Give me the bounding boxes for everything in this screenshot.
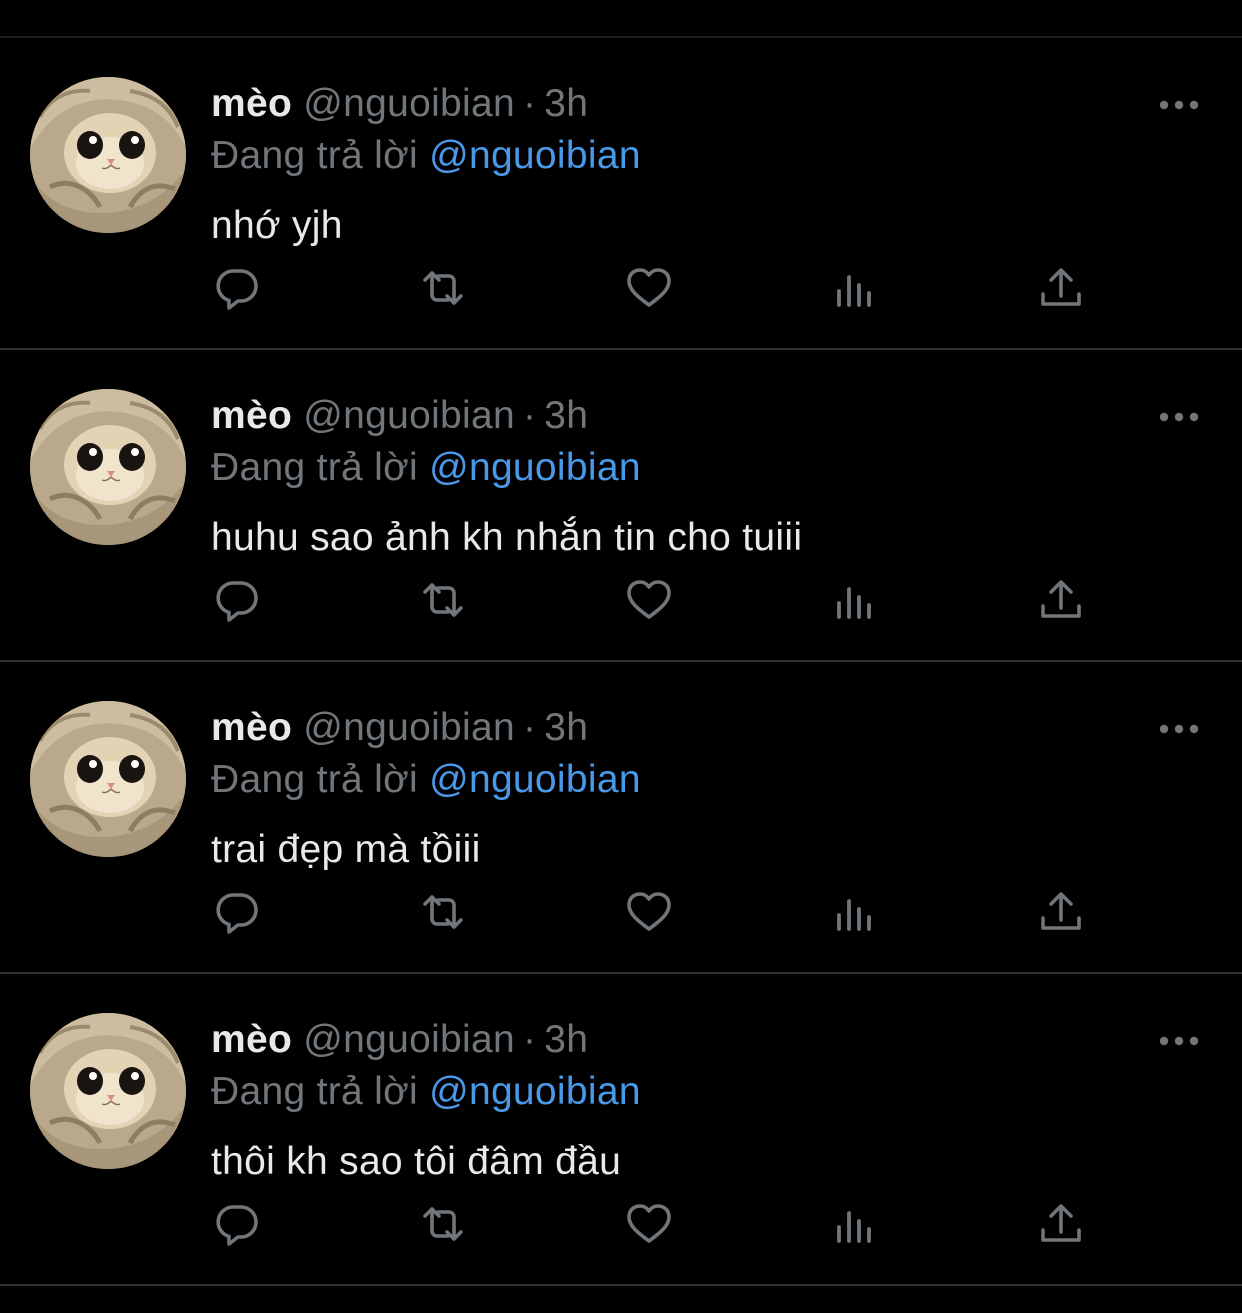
retweet-icon[interactable]	[415, 260, 471, 316]
reply-mention-link[interactable]: @nguoibian	[429, 758, 641, 801]
tweet-header: mèo @nguoibian · 3h	[211, 706, 588, 750]
timestamp[interactable]: 3h	[544, 706, 588, 749]
reply-icon[interactable]	[209, 572, 265, 628]
tweet-header: mèo @nguoibian · 3h	[211, 82, 588, 126]
heart-icon[interactable]	[621, 1196, 677, 1252]
cat-avatar-icon[interactable]	[30, 77, 186, 233]
tweet[interactable]: mèo @nguoibian · 3h Đang trả lời @nguoibia…	[0, 350, 1242, 662]
cat-avatar-icon[interactable]	[30, 389, 186, 545]
retweet-icon[interactable]	[415, 572, 471, 628]
separator-dot: ·	[522, 706, 537, 749]
user-handle[interactable]: @nguoibian	[303, 706, 515, 749]
reply-mention-link[interactable]: @nguoibian	[429, 1070, 641, 1113]
tweet-header: mèo @nguoibian · 3h	[211, 1018, 588, 1062]
tweet[interactable]: mèo @nguoibian · 3h Đang trả lời @nguoibia…	[0, 662, 1242, 974]
more-icon[interactable]	[1156, 714, 1202, 744]
reply-prefix: Đang trả lời	[211, 1070, 418, 1113]
reply-icon[interactable]	[209, 1196, 265, 1252]
reply-prefix: Đang trả lời	[211, 446, 418, 489]
tweet-text: trai đẹp mà tồiii	[211, 828, 481, 871]
views-icon[interactable]	[827, 260, 883, 316]
separator-dot: ·	[522, 394, 537, 437]
heart-icon[interactable]	[621, 884, 677, 940]
retweet-icon[interactable]	[415, 884, 471, 940]
tweet[interactable]: mèo @nguoibian · 3h Đang trả lời @nguoibia…	[0, 38, 1242, 350]
reply-context: Đang trả lời @nguoibian	[211, 1070, 641, 1114]
reply-mention-link[interactable]: @nguoibian	[429, 134, 641, 177]
cat-avatar-icon[interactable]	[30, 701, 186, 857]
share-icon[interactable]	[1033, 884, 1089, 940]
more-icon[interactable]	[1156, 90, 1202, 120]
tweet-text: thôi kh sao tôi đâm đầu	[211, 1140, 622, 1183]
reply-mention-link[interactable]: @nguoibian	[429, 446, 641, 489]
reply-context: Đang trả lời @nguoibian	[211, 446, 641, 490]
display-name[interactable]: mèo	[211, 706, 292, 749]
heart-icon[interactable]	[621, 260, 677, 316]
views-icon[interactable]	[827, 884, 883, 940]
reply-prefix: Đang trả lời	[211, 134, 418, 177]
reply-icon[interactable]	[209, 884, 265, 940]
share-icon[interactable]	[1033, 1196, 1089, 1252]
display-name[interactable]: mèo	[211, 1018, 292, 1061]
more-icon[interactable]	[1156, 1026, 1202, 1056]
reply-prefix: Đang trả lời	[211, 758, 418, 801]
reply-feed: mèo @nguoibian · 3h Đang trả lời @nguoibia…	[0, 38, 1242, 1286]
separator-dot: ·	[522, 1018, 537, 1061]
views-icon[interactable]	[827, 572, 883, 628]
user-handle[interactable]: @nguoibian	[303, 82, 515, 125]
display-name[interactable]: mèo	[211, 394, 292, 437]
tweet-text: nhớ yjh	[211, 204, 343, 247]
heart-icon[interactable]	[621, 572, 677, 628]
retweet-icon[interactable]	[415, 1196, 471, 1252]
share-icon[interactable]	[1033, 572, 1089, 628]
tweet-text: huhu sao ảnh kh nhắn tin cho tuiii	[211, 516, 803, 559]
share-icon[interactable]	[1033, 260, 1089, 316]
tweet-header: mèo @nguoibian · 3h	[211, 394, 588, 438]
reply-icon[interactable]	[209, 260, 265, 316]
timestamp[interactable]: 3h	[544, 82, 588, 125]
user-handle[interactable]: @nguoibian	[303, 394, 515, 437]
reply-context: Đang trả lời @nguoibian	[211, 134, 641, 178]
display-name[interactable]: mèo	[211, 82, 292, 125]
separator-dot: ·	[522, 82, 537, 125]
tweet[interactable]: mèo @nguoibian · 3h Đang trả lời @nguoibia…	[0, 974, 1242, 1286]
timestamp[interactable]: 3h	[544, 1018, 588, 1061]
cat-avatar-icon[interactable]	[30, 1013, 186, 1169]
views-icon[interactable]	[827, 1196, 883, 1252]
user-handle[interactable]: @nguoibian	[303, 1018, 515, 1061]
reply-context: Đang trả lời @nguoibian	[211, 758, 641, 802]
timestamp[interactable]: 3h	[544, 394, 588, 437]
more-icon[interactable]	[1156, 402, 1202, 432]
